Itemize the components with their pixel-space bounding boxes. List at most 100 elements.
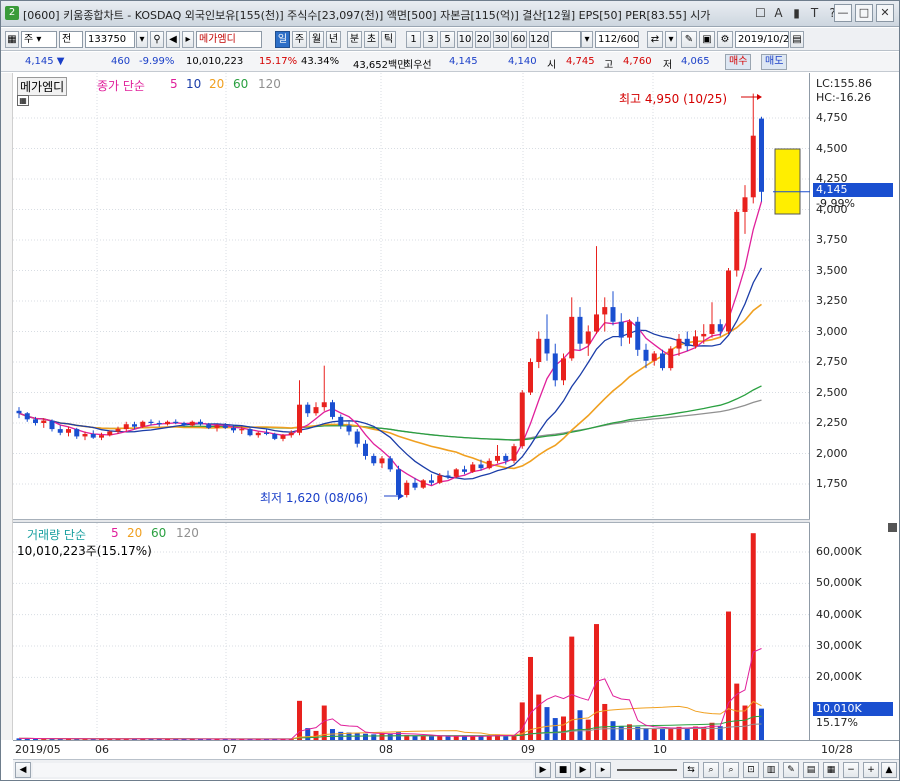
period-tab-tick[interactable]: 틱 [381,31,396,48]
analysis-tool-icon[interactable]: ✎ [681,31,697,48]
candle-body [165,421,170,425]
volume-tick-label: 40,000K [816,607,862,621]
up-icon[interactable]: ▲ [881,762,897,778]
minus-icon[interactable]: − [843,762,859,778]
edit-icon[interactable]: ✎ [783,762,799,778]
zoom-reset-icon[interactable]: ⊡ [743,762,759,778]
interval-20[interactable]: 20 [475,31,491,48]
search-icon[interactable]: ⚲ [150,31,164,48]
candle-body [107,431,113,436]
interval-10[interactable]: 10 [457,31,473,48]
interval-120[interactable]: 120 [529,31,549,48]
best-bid-price: 4,140 [508,56,537,67]
calendar-icon[interactable]: ▤ [790,31,804,48]
gear-icon[interactable]: ⚙ [717,31,733,48]
window-restore-icon[interactable]: ☐ [753,5,768,22]
period-tab-year[interactable]: 년 [326,31,341,48]
zoom-wide-icon[interactable]: ▥ [763,762,779,778]
candle-body [371,455,377,464]
minimize-button[interactable]: — [834,4,852,22]
link-dropdown-icon[interactable]: ▾ [665,31,677,48]
candle-body [726,270,731,332]
candle-body [561,358,566,381]
candle-body [305,404,311,414]
scroll-left-icon[interactable]: ◀ [15,762,31,778]
period-type-select[interactable]: 주 ▾ [21,31,57,48]
plus-icon[interactable]: + [863,762,879,778]
prev-arrow-icon[interactable]: ▸ [182,31,194,48]
candle-body [49,420,55,430]
app-badge-icon: 2 [5,6,19,20]
play-icon[interactable]: ▶ [575,762,591,778]
candle-body [668,348,674,369]
close-button[interactable]: ✕ [876,4,894,22]
trade-value: 43,652백만 [353,60,407,71]
scroll-track[interactable] [33,763,533,777]
price-tick-label: 3,750 [816,233,848,246]
data-count-field[interactable]: 112/600 [595,31,639,48]
stock-code-input[interactable]: 133750 [85,31,135,48]
save-icon[interactable]: ▣ [699,31,715,48]
current-pct-label: -9.99% [816,197,855,210]
interval-1[interactable]: 1 [406,31,421,48]
interval-3[interactable]: 3 [423,31,438,48]
ma20-line [18,303,762,470]
chart-menu-icon[interactable]: ▦ [5,31,19,48]
candle-body [420,480,426,488]
font-size-icon[interactable]: A [771,5,786,22]
period-tab-minute[interactable]: 분 [347,31,362,48]
scroll-right-icon[interactable]: ▶ [535,762,551,778]
interval-30[interactable]: 30 [493,31,509,48]
interval-5[interactable]: 5 [440,31,455,48]
best-ask-label: 최우선 [404,60,432,71]
buy-button[interactable]: 매수 [725,54,752,70]
candle-body [123,424,129,430]
step-icon[interactable]: ▸ [595,762,611,778]
maximize-button[interactable]: □ [855,4,873,22]
zoom-tall-icon[interactable]: ▦ [823,762,839,778]
speaker-icon[interactable]: ◀ [166,31,180,48]
price-chart-pane: 메가엠디 종가 단순 5 10 20 60 120 ▦ 최고 4,950 (10… [13,73,810,519]
price-chart-svg[interactable] [13,73,810,519]
stock-label[interactable]: 메가엠디 [17,77,68,96]
candle-body [214,425,220,428]
period-tab-week[interactable]: 주 [292,31,307,48]
candle-body [651,353,657,361]
link-icon[interactable]: ⇄ [647,31,663,48]
candle-body [660,353,665,369]
volume-bar [379,733,385,740]
title-tool-buttons: ☐ A ▮ T ? [753,5,840,23]
zoom-narrow-icon[interactable]: ▤ [803,762,819,778]
current-price-box-label: 4,145 [816,183,848,196]
candle-body [330,402,335,417]
interval-60[interactable]: 60 [511,31,527,48]
candle-body [602,307,608,315]
price-tick-label: 2,000 [816,446,848,460]
zoom-fit-icon[interactable]: ⇆ [683,762,699,778]
period-tab-day[interactable]: 일 [275,31,290,48]
stop-icon[interactable]: ■ [555,762,571,778]
sell-button[interactable]: 매도 [761,54,788,70]
pin-icon[interactable]: ▮ [789,5,804,22]
grid-icon[interactable]: ▦ [17,95,29,106]
custom-interval-input[interactable] [551,31,581,48]
volume-tick-label: 20,000K [816,670,862,684]
zoom-out-icon[interactable]: ⌕ [723,762,739,778]
date-input[interactable]: 2019/10/28 [735,31,789,48]
pane-close-icon[interactable] [888,523,897,532]
current-volume-pct: 15.17% [816,716,858,729]
zoom-in-icon[interactable]: ⌕ [703,762,719,778]
candle-body [231,427,236,431]
candle-body [338,416,344,426]
text-toggle-icon[interactable]: T [807,5,822,22]
stock-name-field[interactable]: 메가엠디 [196,31,262,48]
volume-bar [734,683,740,740]
period-tab-month[interactable]: 월 [309,31,324,48]
zoom-slider[interactable] [617,769,677,771]
period-tab-second[interactable]: 초 [364,31,379,48]
chart-scrollbar[interactable]: ◀ ▶ ■ ▶ ▸ ⇆ ⌕ ⌕ ⊡ ▥ ✎ ▤ ▦ − + ▲ [13,759,899,779]
view-type-select[interactable]: 전 [59,31,83,48]
interval-dropdown-icon[interactable]: ▾ [581,31,593,48]
low-note: 최저 1,620 (08/06) [260,491,369,505]
code-dropdown-icon[interactable]: ▾ [136,31,148,48]
